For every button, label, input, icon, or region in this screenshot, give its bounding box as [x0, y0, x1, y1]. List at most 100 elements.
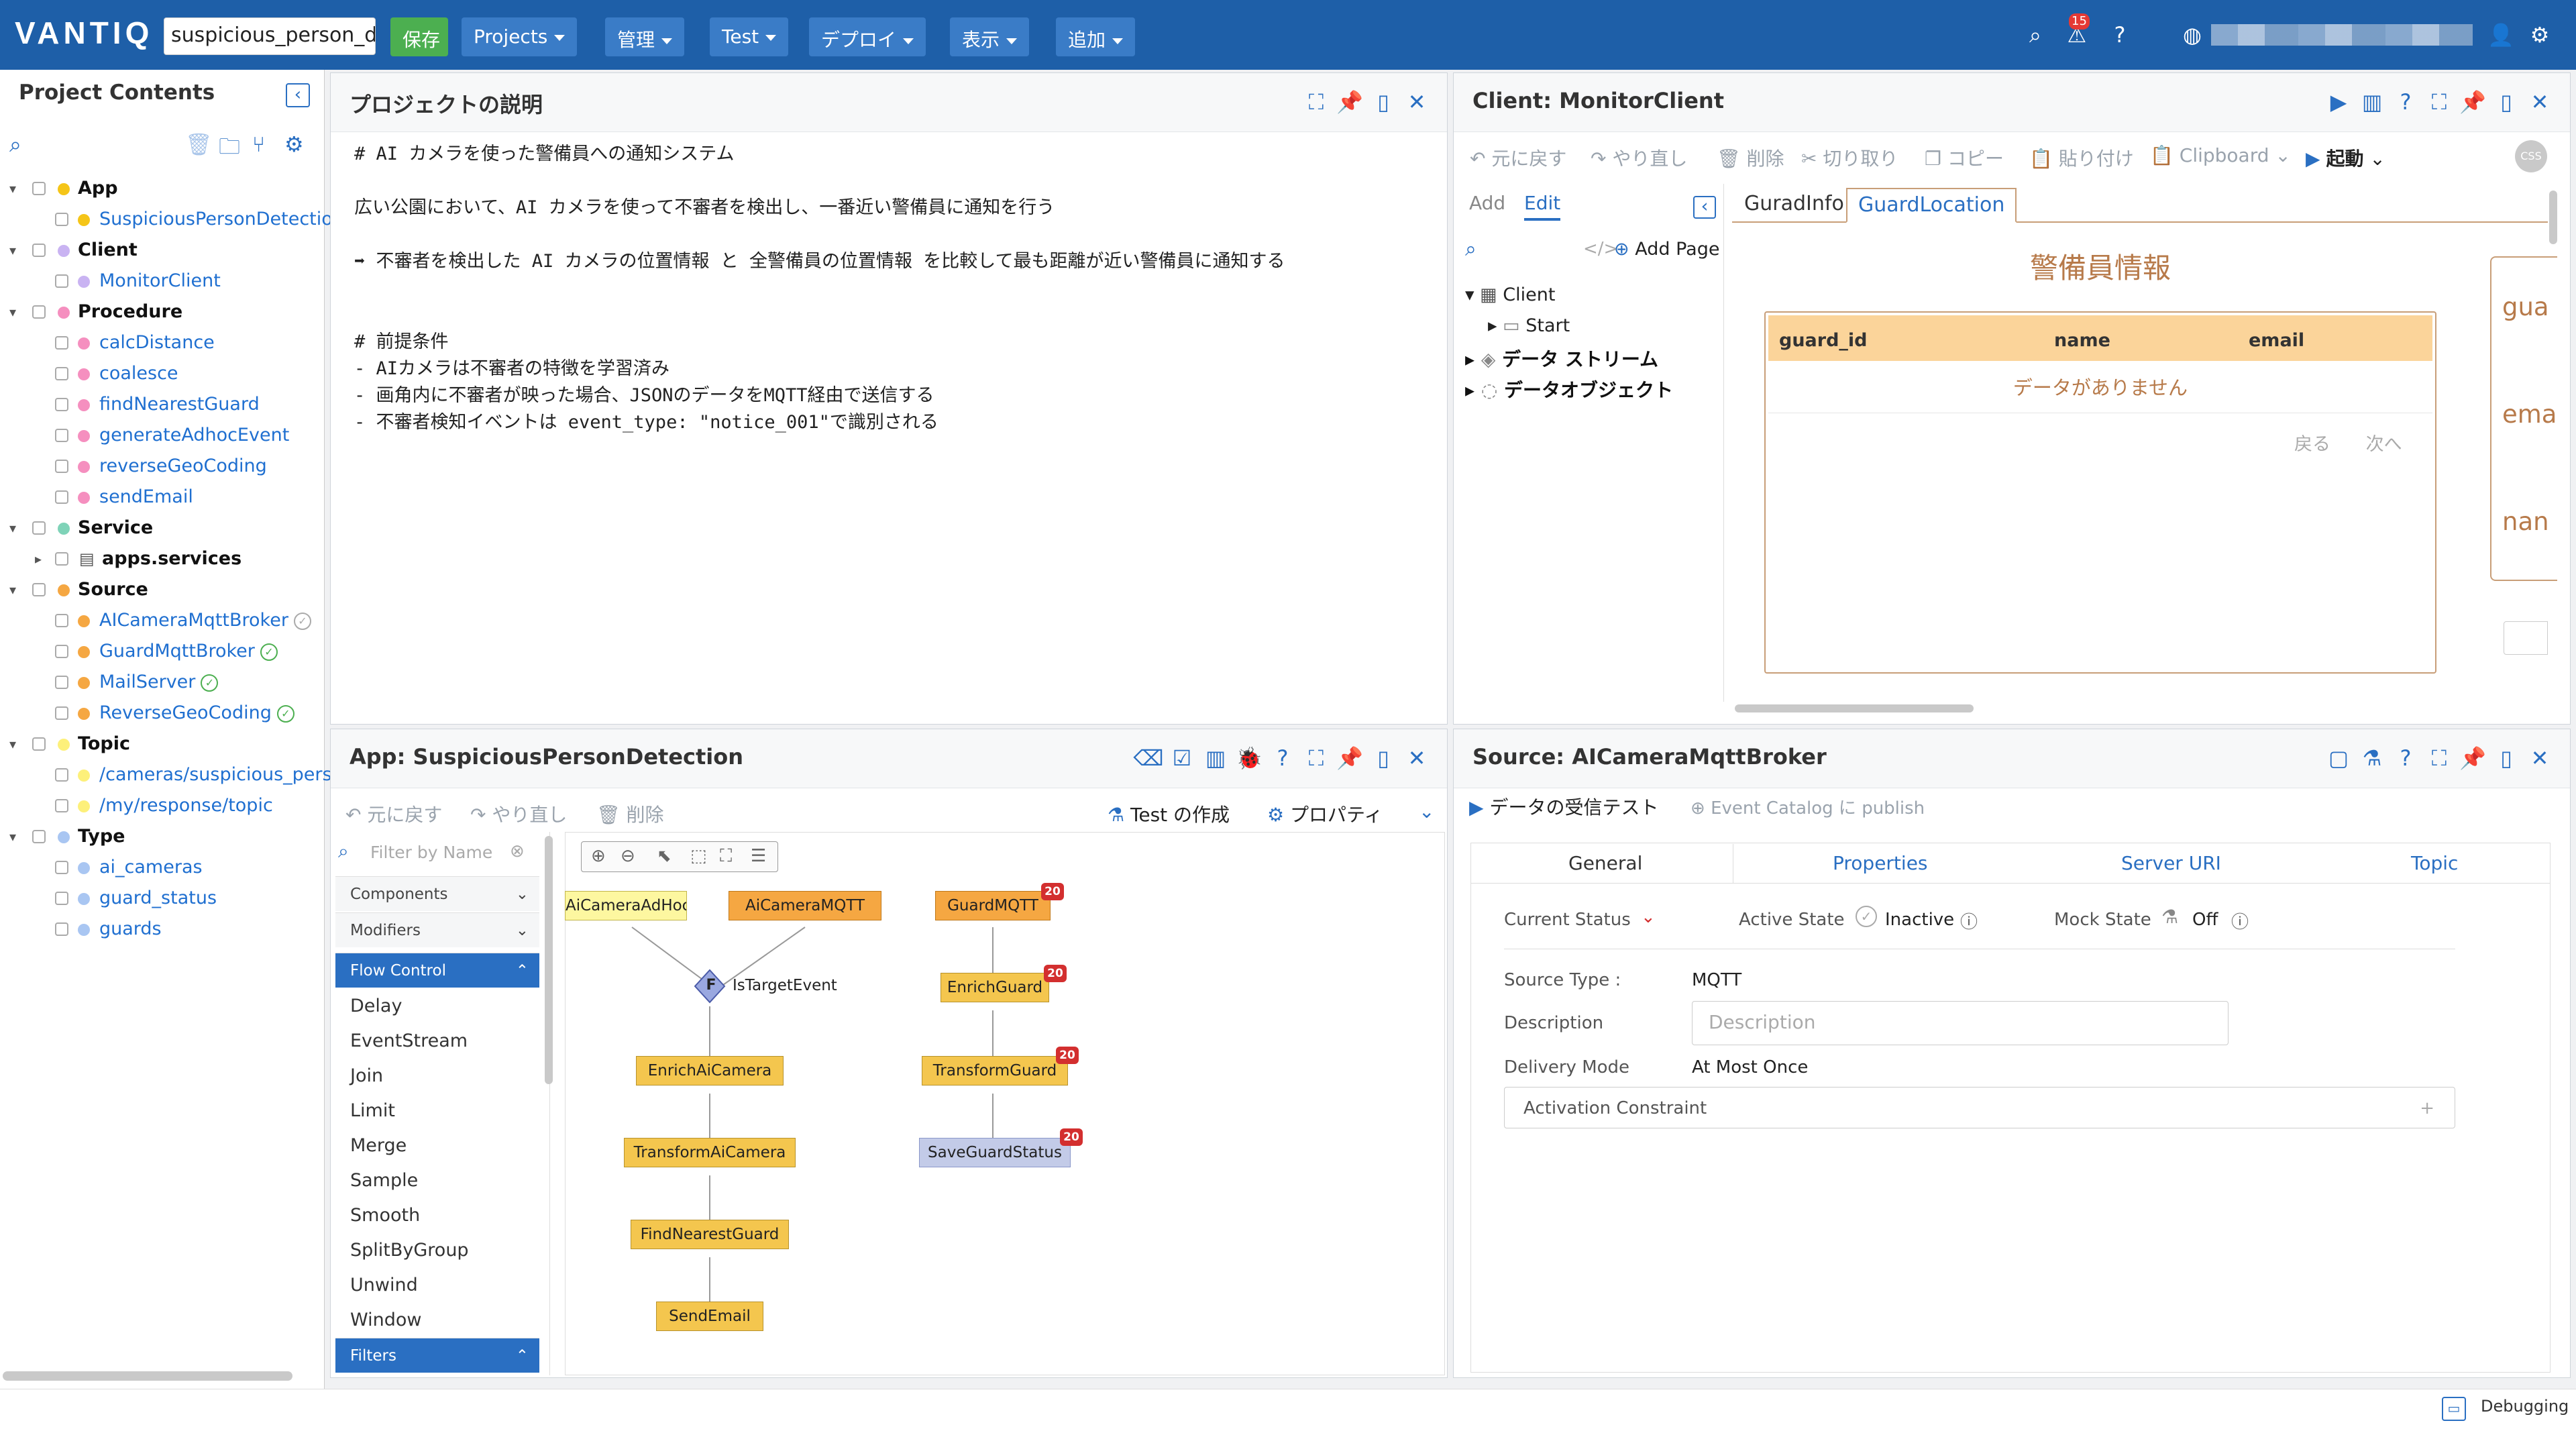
settings-icon[interactable]: ⚙	[284, 131, 304, 157]
next-page-button[interactable]: 次へ	[2366, 434, 2402, 455]
tab-guardlocation[interactable]: GuardLocation	[1846, 188, 2017, 223]
tab-server-uri[interactable]: Server URI	[2121, 852, 2221, 874]
create-test-button[interactable]: ⚗ Test の作成	[1108, 800, 1230, 827]
test-menu[interactable]: Test	[710, 17, 789, 56]
tree-checkbox[interactable]	[32, 830, 46, 843]
flask-icon[interactable]: ⚗	[2355, 745, 2389, 771]
redo-button[interactable]: ↷ やり直し	[470, 800, 567, 827]
tree-checkbox[interactable]	[32, 182, 46, 195]
launch-button[interactable]: ▶ 起動 ⌄	[2306, 144, 2385, 171]
tree-checkbox[interactable]	[32, 737, 46, 751]
tree-checkbox[interactable]	[32, 521, 46, 535]
tree-checkbox[interactable]	[32, 583, 46, 596]
tree-checkbox[interactable]	[32, 305, 46, 319]
flow-node[interactable]: FindNearestGuard	[631, 1220, 789, 1249]
chevron-down-icon[interactable]: ⌄	[1641, 907, 1656, 927]
search-icon[interactable]: ⌕	[9, 131, 21, 158]
tree-checkbox[interactable]	[55, 552, 68, 566]
filter-input[interactable]: Filter by Name	[370, 843, 492, 862]
tree-checkbox[interactable]	[55, 367, 68, 380]
tree-checkbox[interactable]	[55, 706, 68, 720]
close-icon[interactable]: ✕	[1400, 745, 1434, 771]
palette-item[interactable]: Unwind	[350, 1275, 418, 1295]
flow-node[interactable]: GuardMQTT	[935, 891, 1051, 920]
tree-checkbox[interactable]	[55, 892, 68, 905]
debugging-label[interactable]: Debugging	[2481, 1397, 2569, 1416]
chevron-down-icon[interactable]: ▾	[9, 297, 20, 327]
tree-checkbox[interactable]	[55, 768, 68, 782]
help-icon[interactable]: ?	[2389, 745, 2422, 771]
flow-node[interactable]: AiCameraMQTT	[729, 891, 881, 920]
delete-button[interactable]: 🗑 削除	[596, 800, 663, 827]
collapse-panel-icon[interactable]: ‹	[286, 83, 310, 107]
peek-input[interactable]	[2504, 621, 2548, 655]
vertical-scrollbar[interactable]	[545, 836, 553, 1084]
pin-icon[interactable]: 📌	[1333, 745, 1366, 771]
add-page-button[interactable]: ⊕ Add Page	[1614, 239, 1719, 260]
flow-node[interactable]: EnrichGuard	[941, 973, 1049, 1002]
palette-item[interactable]: Delay	[350, 996, 402, 1016]
flow-node[interactable]: TransformAiCamera	[624, 1138, 796, 1167]
palette-section-flow-control[interactable]: Flow Control ⌃	[335, 953, 539, 988]
dock-icon[interactable]: ▯	[2489, 89, 2523, 115]
help-icon[interactable]: ?	[1266, 745, 1299, 771]
globe-icon[interactable]: ◍	[2176, 19, 2208, 51]
dock-icon[interactable]: ▯	[1366, 89, 1400, 115]
clipboard-menu[interactable]: 📋 Clipboard ⌄	[2150, 144, 2291, 166]
palette-item[interactable]: Smooth	[350, 1205, 420, 1226]
square-icon[interactable]: ▢	[2322, 745, 2355, 771]
deploy-menu[interactable]: デプロイ	[809, 17, 926, 56]
tab-general[interactable]: General	[1568, 852, 1642, 874]
expand-icon[interactable]: ⛶	[1299, 745, 1333, 772]
pin-icon[interactable]: 📌	[1333, 89, 1366, 115]
check-icon[interactable]: ☑	[1165, 745, 1199, 771]
tree-checkbox[interactable]	[55, 645, 68, 658]
description-input[interactable]: Description	[1692, 1001, 2229, 1045]
help-icon[interactable]: ?	[2389, 89, 2422, 115]
activation-constraint-section[interactable]: Activation Constraint +	[1504, 1087, 2455, 1128]
tree-checkbox[interactable]	[55, 429, 68, 442]
clear-icon[interactable]: ⌫	[1132, 745, 1165, 771]
cut-button[interactable]: ✂ 切り取り	[1801, 144, 1898, 171]
palette-item[interactable]: Limit	[350, 1100, 395, 1121]
expand-icon[interactable]: ⛶	[1299, 89, 1333, 115]
tree-checkbox[interactable]	[55, 922, 68, 936]
tree-checkbox[interactable]	[55, 398, 68, 411]
tree-checkbox[interactable]	[32, 244, 46, 257]
chevron-down-icon[interactable]: ▾	[9, 235, 20, 266]
search-icon[interactable]: ⌕	[1465, 237, 1477, 261]
redo-button[interactable]: ↷ やり直し	[1591, 144, 1687, 171]
paste-button[interactable]: 📋 貼り付け	[2029, 144, 2134, 171]
undo-button[interactable]: ↶ 元に戻す	[345, 800, 442, 827]
preview-icon[interactable]: ▶	[2322, 89, 2355, 115]
chevron-right-icon[interactable]: ▸	[35, 543, 46, 574]
palette-item[interactable]: Sample	[350, 1170, 418, 1191]
chevron-down-icon[interactable]: ▾	[9, 173, 20, 204]
tree-item-data-stream[interactable]: ▸ ◈ データ ストリーム	[1465, 345, 1658, 372]
flow-node[interactable]: TransformGuard	[922, 1056, 1068, 1086]
flow-node[interactable]: EnrichAiCamera	[636, 1056, 784, 1086]
palette-section-modifiers[interactable]: Modifiers ⌄	[335, 912, 539, 947]
help-icon[interactable]: ?	[2104, 19, 2136, 51]
column-email[interactable]: email	[2249, 330, 2304, 351]
horizontal-scrollbar[interactable]	[3, 1371, 292, 1381]
receive-test-button[interactable]: ▶ データの受信テスト	[1469, 793, 1658, 820]
tree-checkbox[interactable]	[55, 861, 68, 874]
pin-icon[interactable]: 📌	[2456, 89, 2489, 115]
projects-menu[interactable]: Projects	[462, 17, 578, 56]
info-icon[interactable]: ⓘ	[2231, 908, 2249, 933]
add-menu[interactable]: 追加	[1056, 17, 1136, 56]
palette-item[interactable]: Join	[350, 1065, 383, 1086]
flow-node[interactable]: AiCameraAdHoc	[565, 891, 687, 920]
active-state-value[interactable]: Inactive	[1885, 910, 1954, 930]
info-icon[interactable]: ⓘ	[1960, 908, 1978, 933]
search-icon[interactable]: ⌕	[2019, 19, 2051, 51]
css-button[interactable]: CSS	[2515, 140, 2547, 172]
tab-guradinfo[interactable]: GuradInfo	[1744, 192, 1844, 215]
palette-section-components[interactable]: Components ⌄	[335, 876, 539, 911]
horizontal-scrollbar[interactable]	[1735, 704, 1974, 712]
column-guard-id[interactable]: guard_id	[1779, 330, 1868, 351]
tree-checkbox[interactable]	[55, 799, 68, 812]
publish-event-catalog-button[interactable]: ⊕ Event Catalog に publish	[1690, 794, 1925, 819]
palette-section-filters[interactable]: Filters ⌃	[335, 1338, 539, 1373]
